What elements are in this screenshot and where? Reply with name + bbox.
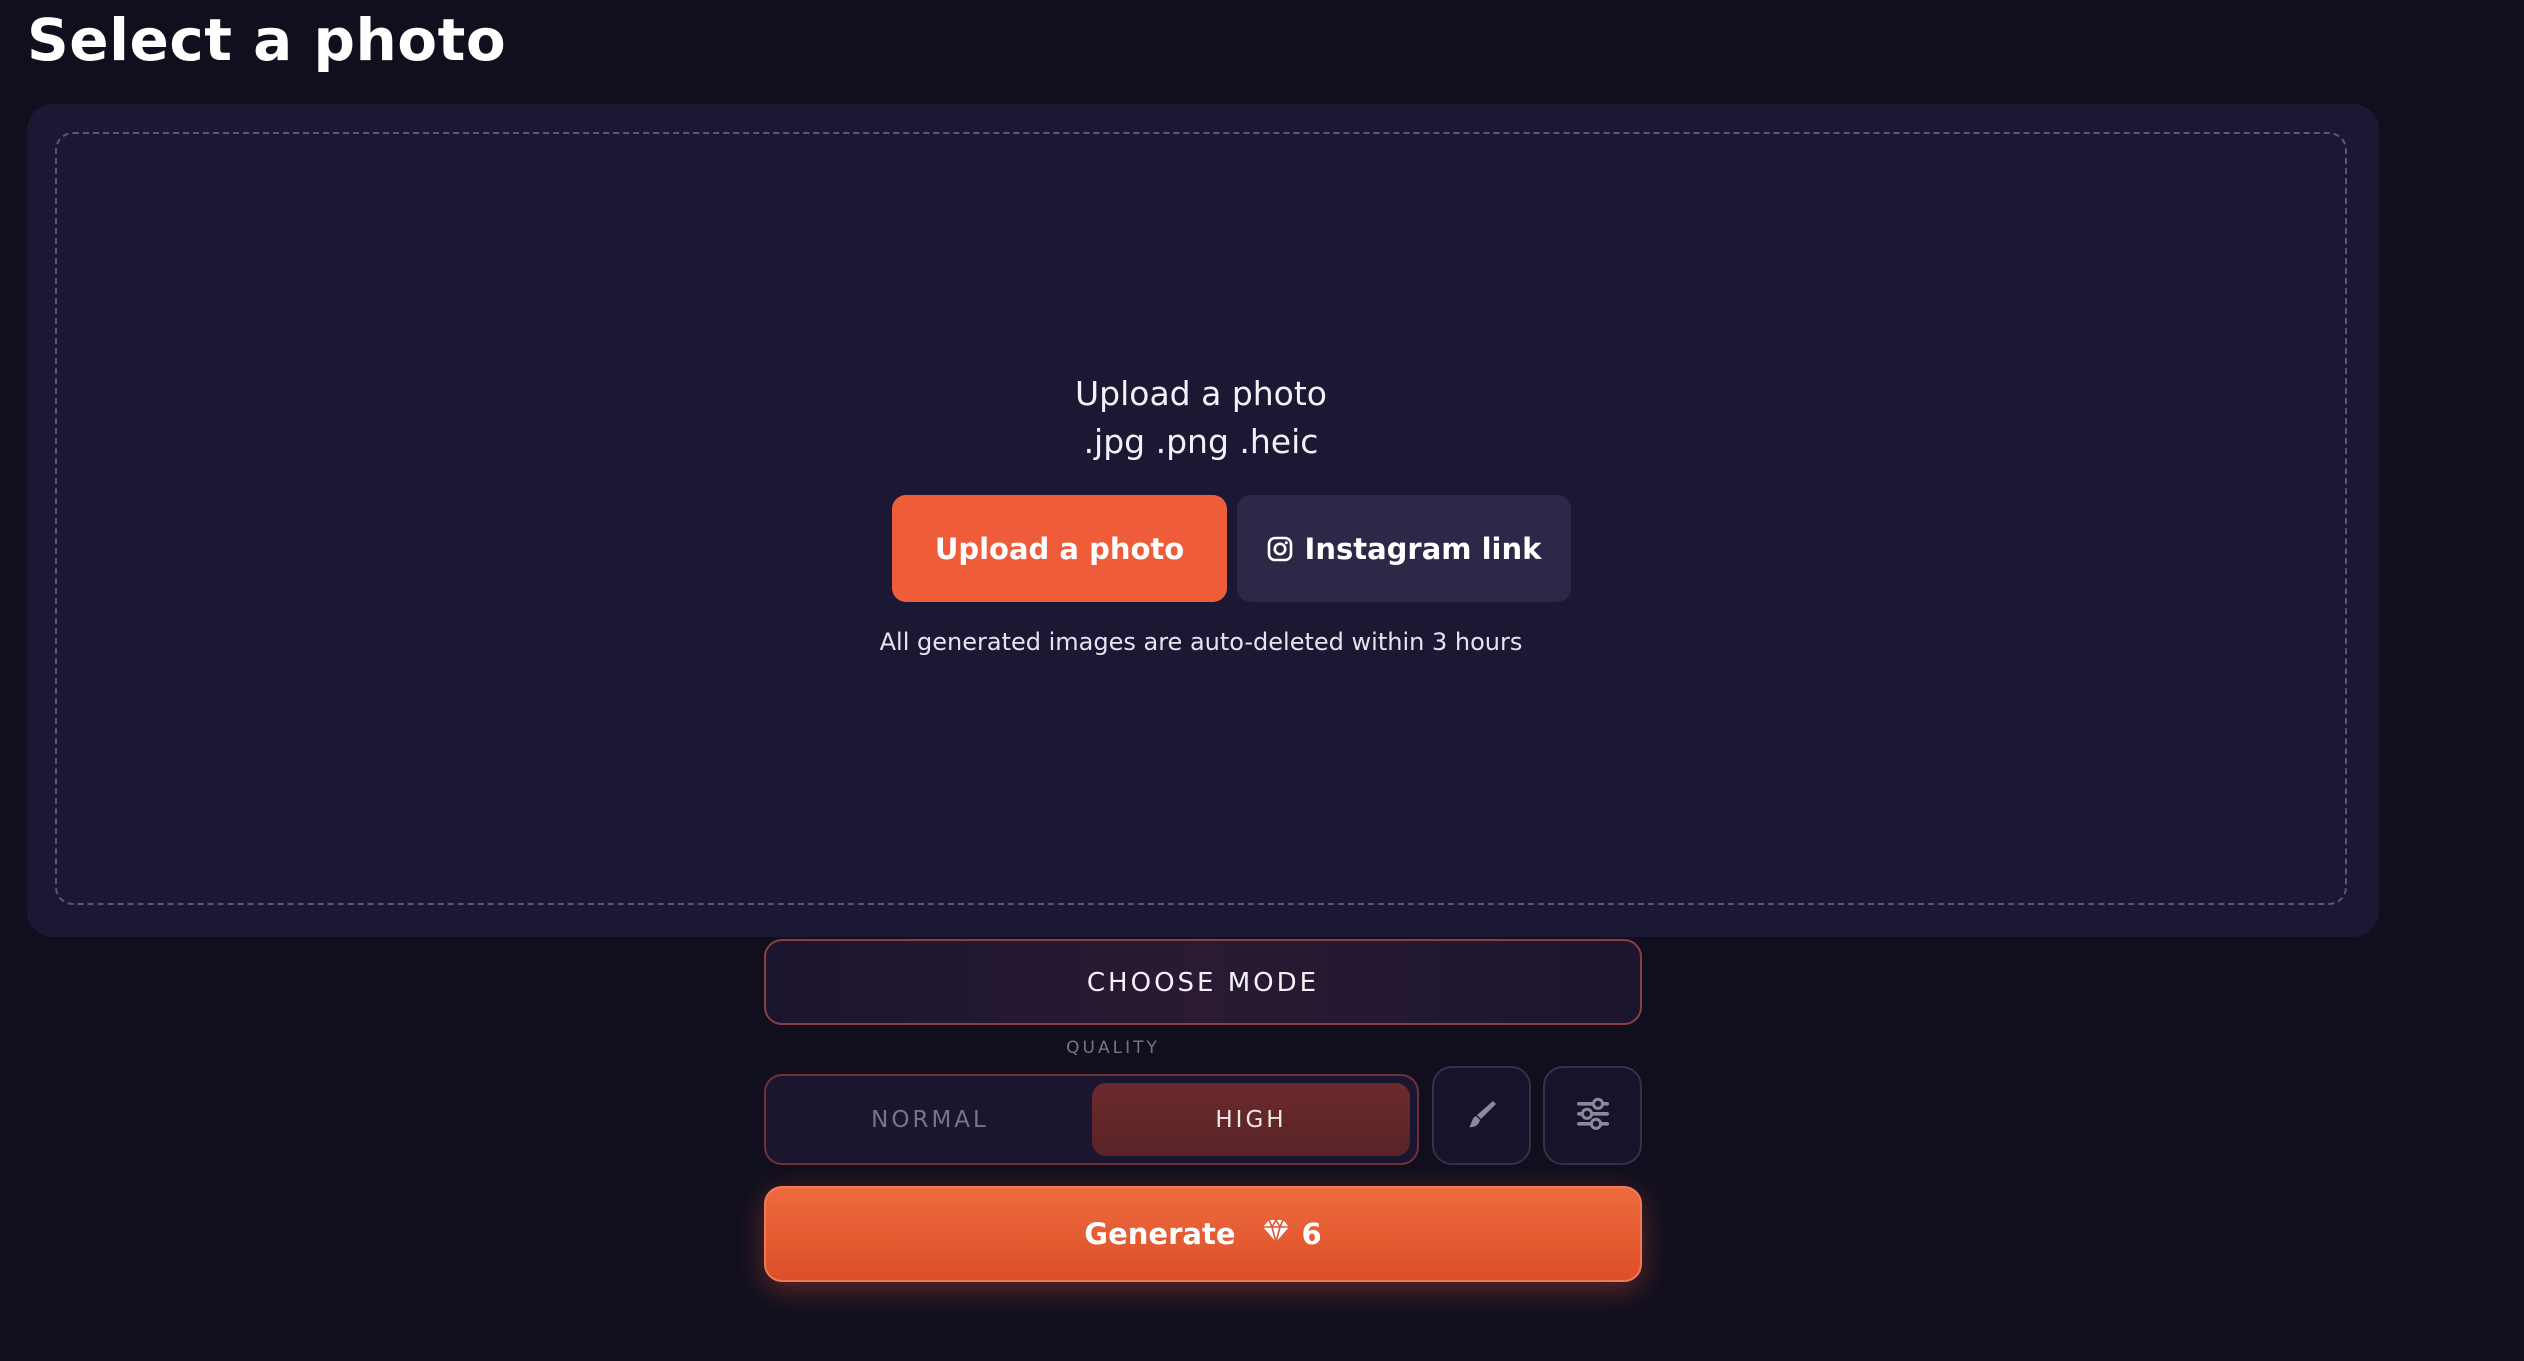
upload-photo-button[interactable]: Upload a photo [892, 495, 1227, 602]
generate-button[interactable]: Generate 6 [764, 1186, 1642, 1282]
generate-cost: 6 [1262, 1217, 1322, 1251]
sliders-icon [1574, 1096, 1612, 1135]
instagram-icon [1267, 536, 1293, 562]
instagram-link-label: Instagram link [1304, 531, 1542, 566]
generate-cost-value: 6 [1301, 1217, 1322, 1251]
auto-delete-note: All generated images are auto-deleted wi… [879, 628, 1523, 656]
photo-dropzone[interactable]: Upload a photo .jpg .png .heic Upload a … [55, 132, 2347, 905]
accepted-formats: .jpg .png .heic [1083, 422, 1319, 461]
quality-toggle: NORMAL HIGH [764, 1074, 1419, 1165]
dropzone-heading: Upload a photo [1074, 374, 1327, 413]
upload-panel: Upload a photo .jpg .png .heic Upload a … [27, 104, 2379, 937]
brush-tool-button[interactable] [1432, 1066, 1531, 1165]
quality-option-normal[interactable]: NORMAL [774, 1083, 1086, 1156]
quality-label: QUALITY [1066, 1038, 1160, 1058]
choose-mode-button[interactable]: CHOOSE MODE [764, 939, 1642, 1025]
quality-option-high[interactable]: HIGH [1092, 1083, 1410, 1156]
brush-icon [1464, 1096, 1500, 1135]
gem-icon [1262, 1217, 1290, 1251]
settings-tool-button[interactable] [1543, 1066, 1642, 1165]
page-title: Select a photo [27, 6, 507, 74]
generate-label: Generate [1084, 1217, 1236, 1251]
instagram-link-button[interactable]: Instagram link [1237, 495, 1571, 602]
